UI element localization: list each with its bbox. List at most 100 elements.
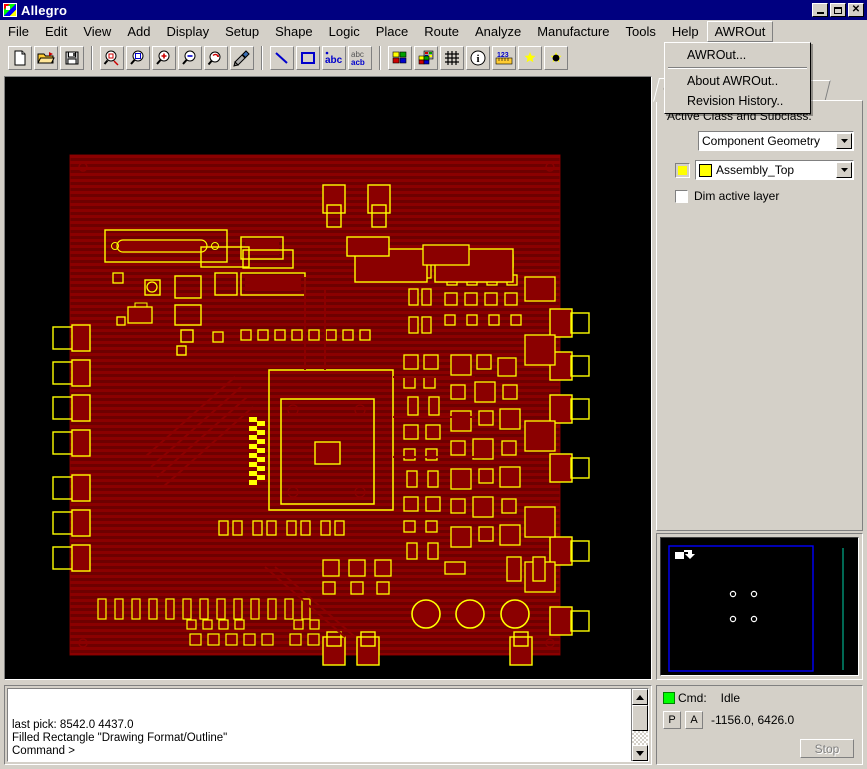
zoom-out-icon[interactable] (178, 46, 202, 70)
scroll-up-arrow-icon[interactable] (632, 689, 648, 705)
menu-display[interactable]: Display (158, 21, 217, 42)
pcb-artwork: COMPONENT SIDE LAYER 1 (5, 77, 651, 679)
active-subclass-value: Assembly_Top (716, 163, 795, 177)
zoom-in-icon[interactable] (152, 46, 176, 70)
menu-bar: File Edit View Add Display Setup Shape L… (0, 20, 867, 42)
command-prompt[interactable]: Command > (12, 745, 627, 758)
toolbar-separator (91, 46, 93, 70)
subclass-color-swatch-button[interactable] (675, 162, 690, 178)
menu-tools[interactable]: Tools (617, 21, 663, 42)
toolbar-group-draw: abc abc acb (266, 46, 376, 70)
control-panel: Options Find Visibility Active Class and… (653, 76, 863, 531)
minimize-button[interactable] (812, 3, 828, 17)
active-class-value: Component Geometry (702, 134, 821, 148)
absolute-mode-button[interactable]: A (685, 711, 703, 729)
menu-item-revision-history[interactable]: Revision History.. (665, 91, 810, 111)
show-element-icon[interactable]: i (466, 46, 490, 70)
awrout-dropdown-menu: AWROut... About AWROut.. Revision Histor… (664, 42, 811, 114)
scrollbar-thumb[interactable] (632, 705, 648, 731)
menu-item-about-awrout[interactable]: About AWROut.. (665, 71, 810, 91)
window-title: Allegro (21, 2, 68, 18)
status-panel: Cmd: Idle P A -1156.0, 6426.0 Stop (656, 685, 863, 765)
console-output[interactable]: last pick: 8542.0 4437.0 Filled Rectangl… (8, 689, 631, 761)
toolbar-group-file (4, 46, 88, 70)
menu-analyze[interactable]: Analyze (467, 21, 529, 42)
menu-logic[interactable]: Logic (321, 21, 368, 42)
menu-file[interactable]: File (0, 21, 37, 42)
title-bar: Allegro ✕ (0, 0, 867, 20)
color-palette-icon[interactable] (388, 46, 412, 70)
subclass-color-indicator (699, 163, 712, 177)
cursor-coordinates: -1156.0, 6426.0 (711, 713, 795, 727)
command-console: last pick: 8542.0 4437.0 Filled Rectangl… (4, 685, 652, 765)
dim-active-layer-row[interactable]: Dim active layer (675, 189, 854, 203)
electrolytic-capacitors (411, 599, 530, 629)
pick-mode-button[interactable]: P (663, 711, 681, 729)
measure-icon[interactable]: 123 (492, 46, 516, 70)
menu-edit[interactable]: Edit (37, 21, 75, 42)
menu-awrout[interactable]: AWROut (706, 20, 774, 42)
save-disk-icon[interactable] (60, 46, 84, 70)
svg-text:acb: acb (351, 58, 365, 67)
menu-shape[interactable]: Shape (267, 21, 321, 42)
menu-help[interactable]: Help (664, 21, 707, 42)
maximize-button[interactable] (830, 3, 846, 17)
menu-item-awrout[interactable]: AWROut... (665, 45, 810, 65)
menu-route[interactable]: Route (416, 21, 467, 42)
allegro-window: Allegro ✕ File Edit View Add Display Set… (0, 0, 867, 769)
console-scrollbar[interactable] (631, 689, 648, 761)
add-rectangle-icon[interactable] (296, 46, 320, 70)
close-button[interactable]: ✕ (848, 3, 864, 17)
toolbar-group-zoom (96, 46, 258, 70)
open-folder-icon[interactable] (34, 46, 58, 70)
dim-active-layer-label: Dim active layer (694, 189, 780, 203)
pcb-design-canvas[interactable]: COMPONENT SIDE LAYER 1 COMPONENT SIDE LA… (4, 76, 652, 680)
dim-active-layer-checkbox[interactable] (675, 189, 688, 203)
scrollbar-track[interactable] (632, 705, 648, 745)
active-class-select[interactable]: Component Geometry (698, 131, 854, 151)
toolbar-separator (261, 46, 263, 70)
zoom-previous-icon[interactable] (204, 46, 228, 70)
redraw-icon[interactable] (230, 46, 254, 70)
add-text-icon[interactable]: abc (322, 46, 346, 70)
dehighlight-icon[interactable] (544, 46, 568, 70)
console-line-selection: Filled Rectangle "Drawing Format/Outline… (12, 732, 228, 744)
coordinate-row: P A -1156.0, 6426.0 (663, 711, 856, 729)
menu-view[interactable]: View (75, 21, 119, 42)
new-file-icon[interactable] (8, 46, 32, 70)
world-view-panel[interactable] (656, 533, 863, 680)
cmd-value: Idle (720, 691, 741, 705)
menu-manufacture[interactable]: Manufacture (529, 21, 617, 42)
console-line-last-pick: last pick: 8542.0 4437.0 (12, 719, 134, 731)
grid-toggle-icon[interactable] (440, 46, 464, 70)
toolbar-separator (379, 46, 381, 70)
zoom-fit-icon[interactable] (100, 46, 124, 70)
command-status-row: Cmd: Idle (663, 691, 856, 705)
menu-separator (668, 67, 807, 69)
class-combo-row: Component Geometry (698, 131, 854, 151)
subclass-combo-row: Assembly_Top (675, 160, 854, 180)
svg-text:i: i (476, 53, 479, 65)
change-text-icon[interactable]: abc acb (348, 46, 372, 70)
world-view-canvas[interactable] (660, 537, 859, 676)
menu-place[interactable]: Place (368, 21, 417, 42)
scroll-down-arrow-icon[interactable] (632, 745, 648, 761)
small-dip-top-right (422, 244, 470, 266)
zoom-window-icon[interactable] (126, 46, 150, 70)
status-led-icon (663, 692, 675, 704)
svg-text:abc: abc (325, 55, 343, 66)
active-subclass-select[interactable]: Assembly_Top (695, 160, 854, 180)
options-panel-body: Active Class and Subclass: Component Geo… (656, 100, 863, 531)
allegro-logo-icon (3, 3, 17, 17)
layer-colors-icon[interactable] (414, 46, 438, 70)
chevron-down-icon[interactable] (836, 133, 852, 149)
window-controls: ✕ (812, 3, 867, 17)
toolbar-group-display: i 123 (384, 46, 572, 70)
add-line-icon[interactable] (270, 46, 294, 70)
stop-button[interactable]: Stop (800, 739, 854, 758)
highlight-icon[interactable] (518, 46, 542, 70)
menu-setup[interactable]: Setup (217, 21, 267, 42)
chevron-down-icon[interactable] (836, 162, 852, 178)
menu-add[interactable]: Add (119, 21, 158, 42)
console-inner: last pick: 8542.0 4437.0 Filled Rectangl… (7, 688, 649, 762)
